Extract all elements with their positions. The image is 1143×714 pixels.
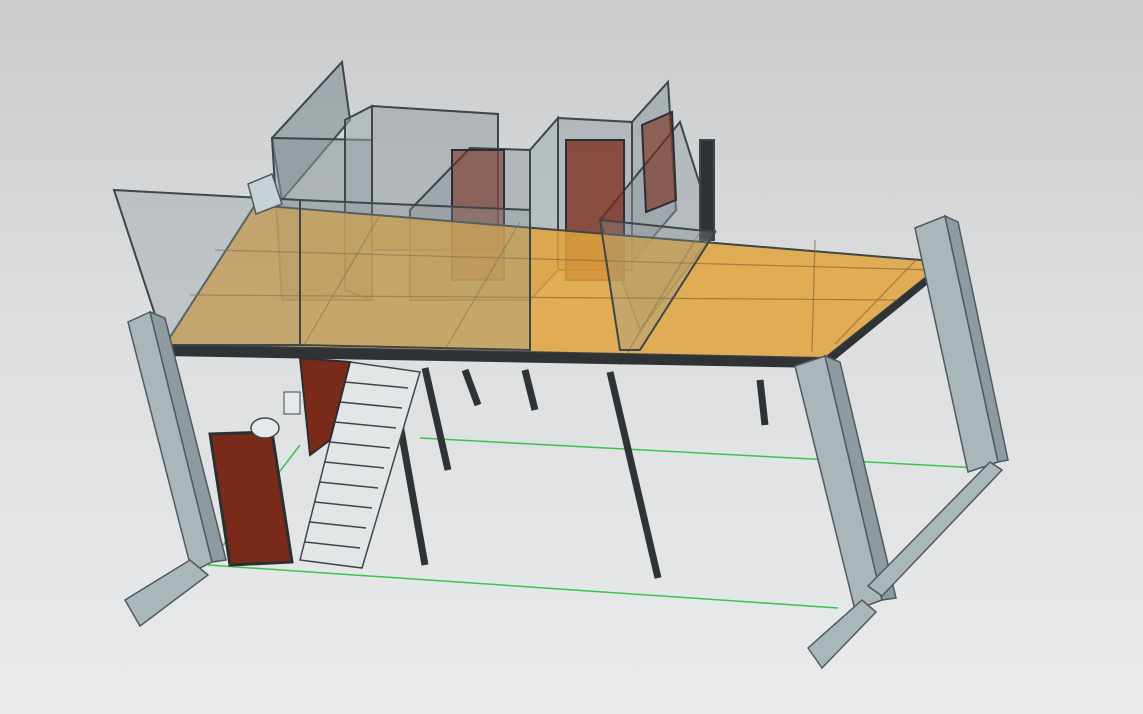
ground-line-front <box>207 564 839 609</box>
beam-right <box>866 461 1004 597</box>
glass-panel-front-mid <box>299 198 531 352</box>
steel-post-3 <box>606 371 662 579</box>
beam-left <box>123 559 210 628</box>
back-post <box>699 139 715 241</box>
steel-post-6 <box>521 369 539 411</box>
steel-post-2 <box>421 367 452 471</box>
beam-right-front <box>807 599 878 670</box>
ground-line-back <box>419 437 981 469</box>
washbasin <box>250 417 280 439</box>
steel-post-4 <box>756 379 769 426</box>
cad-viewport[interactable] <box>0 0 1143 714</box>
mezzanine-3d-model[interactable] <box>0 0 1143 714</box>
upper-door-far-right <box>640 110 678 214</box>
wall-fixture <box>283 391 301 415</box>
steel-post-7 <box>461 368 482 407</box>
